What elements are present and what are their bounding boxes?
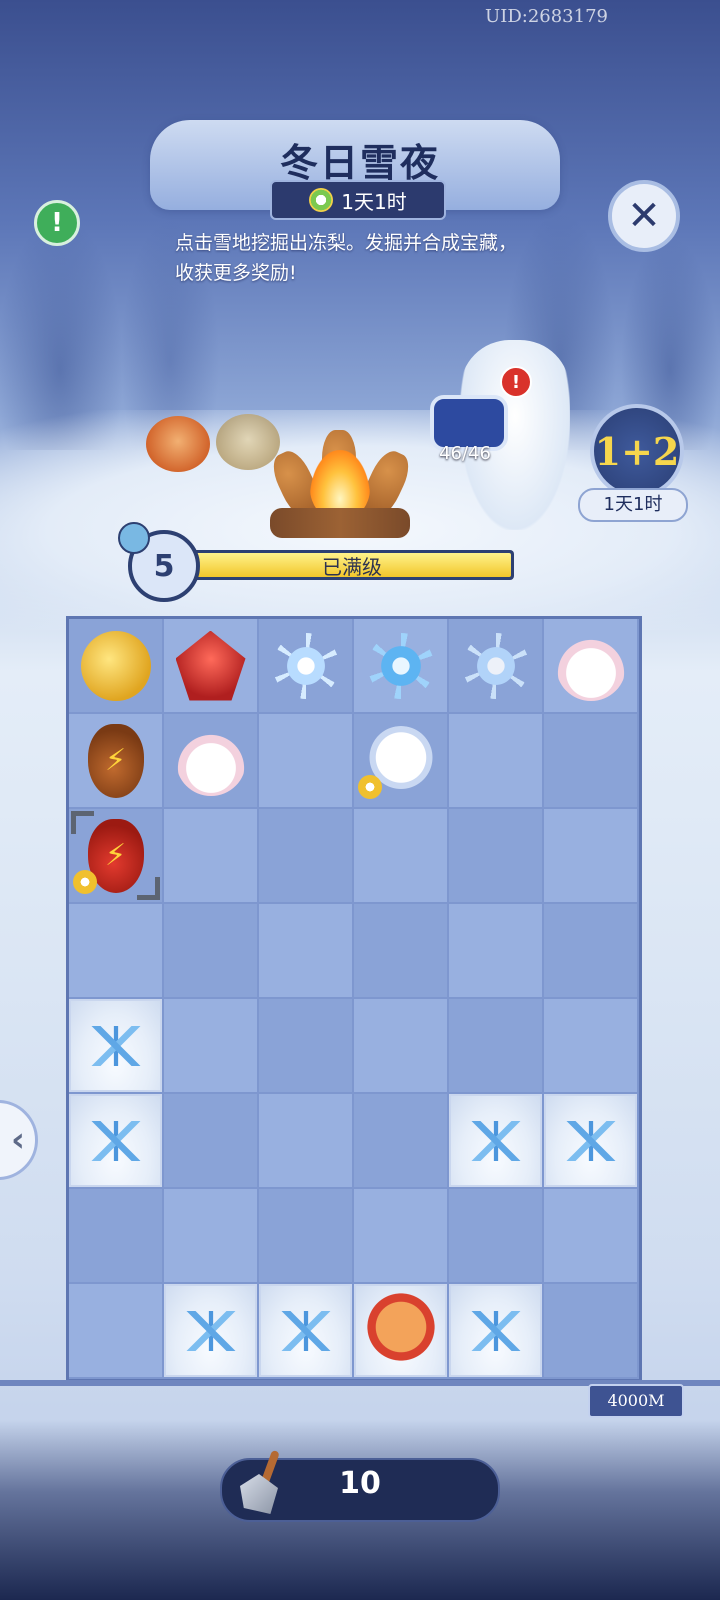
board-cell-snow[interactable] xyxy=(69,1094,162,1187)
board-cell-empty[interactable] xyxy=(69,1189,162,1282)
event-timer-text: 1天1时 xyxy=(341,189,407,214)
ice-crack-icon xyxy=(180,1310,241,1351)
ice-crack-icon xyxy=(85,1025,146,1066)
board-cell-empty[interactable] xyxy=(69,1284,162,1377)
side-panel-toggle[interactable]: ‹ xyxy=(0,1100,38,1180)
ice-crack-icon xyxy=(465,1310,526,1351)
board-cell-empty[interactable] xyxy=(164,809,257,902)
board-cell-snowflake-white[interactable] xyxy=(259,619,352,712)
lotus-rabbit-icon xyxy=(175,725,246,796)
exclamation-icon: ! xyxy=(51,208,63,238)
close-button[interactable]: ✕ xyxy=(608,180,680,252)
campfire[interactable] xyxy=(266,430,416,540)
shovel-count: 10 xyxy=(339,1466,381,1501)
close-icon: ✕ xyxy=(627,193,661,239)
bonus-event-button[interactable]: 1+2 1天1时 xyxy=(578,400,688,522)
bonus-event-icon: 1+2 xyxy=(590,404,684,498)
board-cell-coins[interactable] xyxy=(69,619,162,712)
event-timer: 1天1时 xyxy=(270,180,446,220)
board-cell-snow[interactable] xyxy=(69,999,162,1092)
pet-companions[interactable] xyxy=(146,412,286,474)
snowflake-icon xyxy=(462,632,529,699)
board-cell-snowflake-pale[interactable] xyxy=(449,619,542,712)
info-button[interactable]: ! xyxy=(34,200,80,246)
ice-crack-icon xyxy=(465,1120,526,1161)
depth-indicator: 4000M xyxy=(588,1384,684,1418)
board-cell-empty[interactable] xyxy=(544,999,637,1092)
board-cell-rubies[interactable] xyxy=(164,619,257,712)
level-progress-fill: 已满级 xyxy=(193,553,511,579)
board-cell-red-gourd[interactable]: ⚡ xyxy=(69,809,162,902)
merge-board: ⚡ ⚡ xyxy=(66,616,642,1382)
board-cell-empty[interactable] xyxy=(544,809,637,902)
ice-crack-icon xyxy=(275,1310,336,1351)
energy-gourd-icon: ⚡ xyxy=(87,723,144,798)
board-cell-snow[interactable] xyxy=(544,1094,637,1187)
board-cell-empty[interactable] xyxy=(544,904,637,997)
collection-scroll[interactable]: 46/46 xyxy=(420,385,510,465)
board-cell-empty[interactable] xyxy=(354,1094,447,1187)
board-cell-lotus-rabbit[interactable] xyxy=(164,714,257,807)
board-cell-snow[interactable] xyxy=(164,1284,257,1377)
gold-coins-icon xyxy=(80,630,151,701)
snowflake-icon xyxy=(272,632,339,699)
coin-badge-icon xyxy=(73,870,97,894)
board-cell-snow[interactable] xyxy=(259,1284,352,1377)
logs xyxy=(270,508,410,538)
chevron-left-icon: ‹ xyxy=(10,1120,25,1160)
user-id: UID:2683179 xyxy=(485,6,608,27)
board-cell-empty[interactable] xyxy=(259,1094,352,1187)
ice-crack-icon xyxy=(85,1120,146,1161)
board-cell-empty[interactable] xyxy=(259,999,352,1092)
cat-with-scarf-icon xyxy=(360,1290,441,1371)
board-cell-empty[interactable] xyxy=(259,904,352,997)
peach-spirit-icon xyxy=(555,630,626,701)
board-cell-empty[interactable] xyxy=(354,809,447,902)
board-cell-empty[interactable] xyxy=(164,904,257,997)
ice-crack-icon xyxy=(560,1120,621,1161)
board-cell-empty[interactable] xyxy=(164,999,257,1092)
level-progress-bar: 已满级 xyxy=(190,550,514,580)
board-cell-white-fox[interactable] xyxy=(354,714,447,807)
board-cell-empty[interactable] xyxy=(259,1189,352,1282)
board-cell-snowflake-blue[interactable] xyxy=(354,619,447,712)
board-cell-empty[interactable] xyxy=(354,1189,447,1282)
board-cell-snow-cat[interactable] xyxy=(354,1284,447,1377)
board-cell-snow[interactable] xyxy=(449,1284,542,1377)
alert-badge: ! xyxy=(500,366,532,398)
ruby-icon xyxy=(175,630,246,701)
event-description: 点击雪地挖掘出冻梨。发掘并合成宝藏，收获更多奖励! xyxy=(175,232,518,284)
board-cell-empty[interactable] xyxy=(164,1189,257,1282)
collection-count: 46/46 xyxy=(439,443,491,464)
board-cell-empty[interactable] xyxy=(259,714,352,807)
board-cell-empty[interactable] xyxy=(449,809,542,902)
board-cell-empty[interactable] xyxy=(259,809,352,902)
board-cell-empty[interactable] xyxy=(69,904,162,997)
shovel-icon xyxy=(236,1449,292,1516)
board-cell-empty[interactable] xyxy=(164,1094,257,1187)
snowflake-icon xyxy=(367,632,434,699)
board-cell-empty[interactable] xyxy=(544,1189,637,1282)
board-cell-brown-gourd[interactable]: ⚡ xyxy=(69,714,162,807)
clock-coin-icon xyxy=(309,188,334,212)
coin-badge-icon xyxy=(358,775,382,799)
board-cell-empty[interactable] xyxy=(354,904,447,997)
level-status: 已满级 xyxy=(322,554,382,579)
board-cell-empty[interactable] xyxy=(449,714,542,807)
board-cell-empty[interactable] xyxy=(544,1284,637,1377)
board-cell-empty[interactable] xyxy=(449,904,542,997)
red-panda-pet xyxy=(146,416,210,472)
board-cell-empty[interactable] xyxy=(449,1189,542,1282)
board-cell-empty[interactable] xyxy=(544,714,637,807)
bonus-event-time: 1天1时 xyxy=(578,488,688,522)
board-cell-empty[interactable] xyxy=(449,999,542,1092)
magnifier-icon[interactable] xyxy=(118,522,150,554)
board-cell-peach-spirit[interactable] xyxy=(544,619,637,712)
board-cell-empty[interactable] xyxy=(354,999,447,1092)
event-title: 冬日雪夜 xyxy=(279,140,440,185)
board-cell-snow[interactable] xyxy=(449,1094,542,1187)
